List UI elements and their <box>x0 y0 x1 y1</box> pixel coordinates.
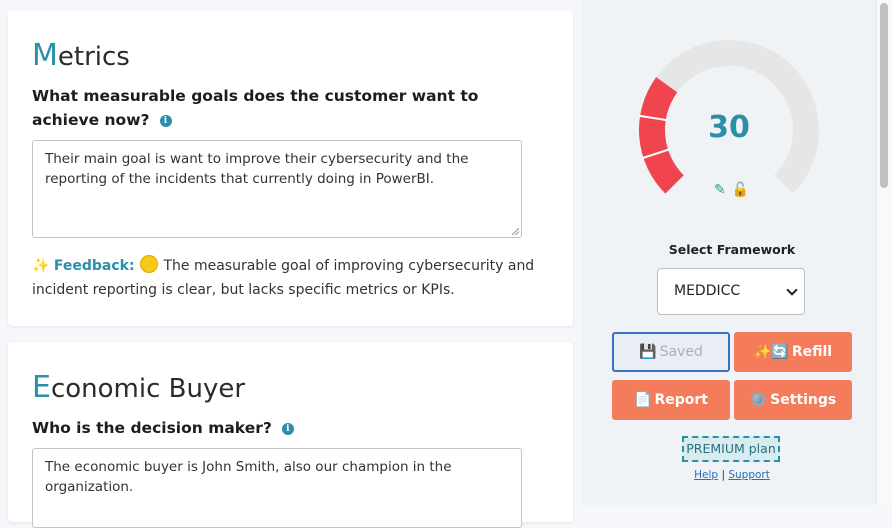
saved-label: Saved <box>659 344 703 360</box>
saved-button[interactable]: 💾 Saved <box>612 332 730 372</box>
metrics-title-rest: etrics <box>57 42 130 72</box>
framework-select[interactable]: MEDDICC <box>657 268 805 315</box>
unlock-icon[interactable]: 🔓 <box>732 182 749 198</box>
help-link[interactable]: Help <box>694 469 718 481</box>
premium-plan-badge[interactable]: PREMIUM plan <box>682 436 780 462</box>
report-button[interactable]: 📄 Report <box>612 380 730 420</box>
score-value: 30 <box>708 110 750 145</box>
settings-label: Settings <box>770 392 837 408</box>
economic-buyer-card: Economic Buyer Who is the decision maker… <box>8 342 573 528</box>
refill-button[interactable]: ✨🔄 Refill <box>734 332 852 372</box>
metrics-question: What measurable goals does the customer … <box>32 84 532 132</box>
metrics-title: Metrics <box>32 38 130 73</box>
yellow-circle-icon <box>140 255 159 273</box>
economic-buyer-title-rest: conomic Buyer <box>50 374 246 404</box>
report-label: Report <box>654 392 708 408</box>
chevron-down-icon <box>786 284 798 296</box>
info-icon[interactable]: i <box>159 115 172 127</box>
resize-grip-icon[interactable] <box>512 228 519 235</box>
sparkle-refresh-icon: ✨🔄 <box>753 344 789 360</box>
scrollbar[interactable] <box>876 0 892 505</box>
feedback-label: Feedback: <box>53 258 135 274</box>
pencil-icon[interactable]: ✎ <box>714 182 726 198</box>
metrics-feedback: ✨ Feedback: The measurable goal of impro… <box>32 254 552 302</box>
settings-button[interactable]: ⚙️ Settings <box>734 380 852 420</box>
economic-buyer-title-initial: E <box>32 370 51 405</box>
economic-buyer-question-text: Who is the decision maker? <box>32 419 272 437</box>
floppy-disk-icon: 💾 <box>639 344 657 360</box>
document-icon: 📄 <box>634 392 652 408</box>
info-icon[interactable]: i <box>281 423 294 435</box>
metrics-question-text: What measurable goals does the customer … <box>32 87 479 129</box>
framework-label: Select Framework <box>668 242 796 257</box>
metrics-card: Metrics What measurable goals does the c… <box>8 10 573 326</box>
help-links: Help | Support <box>582 469 882 481</box>
economic-buyer-answer-text: The economic buyer is John Smith, also o… <box>45 459 452 495</box>
economic-buyer-answer-field[interactable]: The economic buyer is John Smith, also o… <box>32 448 522 528</box>
scrollbar-thumb[interactable] <box>880 3 888 188</box>
support-link[interactable]: Support <box>728 469 770 481</box>
score-panel: 30 ✎ 🔓 Select Framework MEDDICC 💾 Saved ✨🔄… <box>582 0 876 505</box>
sparkle-icon: ✨ <box>32 258 50 274</box>
economic-buyer-title: Economic Buyer <box>32 370 245 405</box>
metrics-answer-text: Their main goal is want to improve their… <box>45 151 469 187</box>
metrics-answer-field[interactable]: Their main goal is want to improve their… <box>32 140 522 238</box>
link-separator: | <box>721 469 725 481</box>
gauge-actions: ✎ 🔓 <box>714 182 755 198</box>
economic-buyer-question: Who is the decision maker? i <box>32 416 532 440</box>
framework-selected: MEDDICC <box>674 283 741 299</box>
refill-label: Refill <box>791 344 833 360</box>
metrics-title-initial: M <box>32 38 58 73</box>
gear-icon: ⚙️ <box>749 392 768 408</box>
